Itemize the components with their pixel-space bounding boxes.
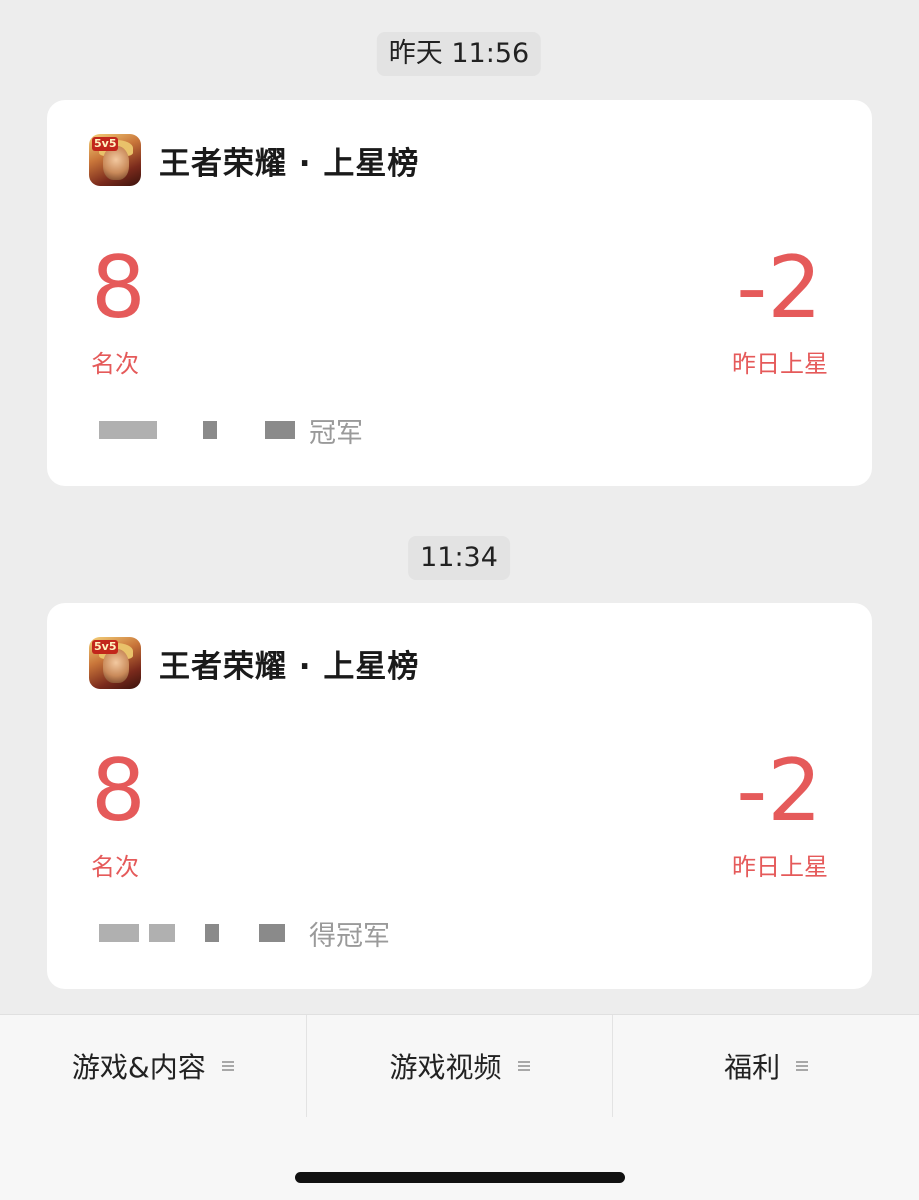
home-area bbox=[0, 1117, 919, 1200]
rank-card[interactable]: 5v5 王者荣耀 · 上星榜 8 -2 名次 昨日上星 冠军 bbox=[47, 100, 872, 486]
menu-lines-icon bbox=[517, 1060, 530, 1072]
card-title: 王者荣耀 · 上星榜 bbox=[159, 145, 420, 182]
rank-label: 名次 bbox=[91, 350, 139, 378]
king-of-glory-app-icon: 5v5 bbox=[89, 134, 141, 186]
menu-item-benefits[interactable]: 福利 bbox=[613, 1015, 919, 1117]
rank-value: 8 bbox=[91, 741, 146, 841]
card-footer-text: 得冠军 bbox=[309, 920, 390, 952]
message-timestamp: 11:34 bbox=[408, 536, 510, 580]
card-footer: 得冠军 bbox=[99, 908, 390, 958]
redacted-text bbox=[265, 421, 295, 439]
menu-item-games-content[interactable]: 游戏&内容 bbox=[0, 1015, 307, 1117]
bottom-menu-bar: 游戏&内容 游戏视频 福利 bbox=[0, 1014, 919, 1117]
home-indicator[interactable] bbox=[295, 1172, 625, 1183]
rank-card[interactable]: 5v5 王者荣耀 · 上星榜 8 -2 名次 昨日上星 得冠军 bbox=[47, 603, 872, 989]
rank-value: 8 bbox=[91, 238, 146, 338]
redacted-text bbox=[205, 924, 219, 942]
card-footer: 冠军 bbox=[99, 405, 363, 455]
menu-item-game-videos[interactable]: 游戏视频 bbox=[307, 1015, 614, 1117]
king-of-glory-app-icon: 5v5 bbox=[89, 637, 141, 689]
redacted-text bbox=[203, 421, 217, 439]
stars-change-value: -2 bbox=[736, 741, 822, 841]
redacted-text bbox=[149, 924, 175, 942]
card-header: 5v5 王者荣耀 · 上星榜 bbox=[89, 134, 419, 186]
menu-item-label: 游戏&内容 bbox=[71, 1051, 206, 1084]
card-title: 王者荣耀 · 上星榜 bbox=[159, 648, 420, 685]
card-footer-text: 冠军 bbox=[309, 417, 363, 449]
stars-change-label: 昨日上星 bbox=[732, 350, 828, 378]
stars-change-value: -2 bbox=[736, 238, 822, 338]
stars-change-label: 昨日上星 bbox=[732, 853, 828, 881]
card-header: 5v5 王者荣耀 · 上星榜 bbox=[89, 637, 419, 689]
menu-lines-icon bbox=[796, 1060, 809, 1072]
message-timestamp: 昨天 11:56 bbox=[376, 32, 542, 76]
rank-label: 名次 bbox=[91, 853, 139, 881]
menu-item-label: 游戏视频 bbox=[389, 1051, 502, 1084]
redacted-text bbox=[259, 924, 285, 942]
redacted-text bbox=[99, 421, 157, 439]
redacted-text bbox=[99, 924, 139, 942]
menu-item-label: 福利 bbox=[724, 1051, 781, 1084]
menu-lines-icon bbox=[221, 1060, 234, 1072]
